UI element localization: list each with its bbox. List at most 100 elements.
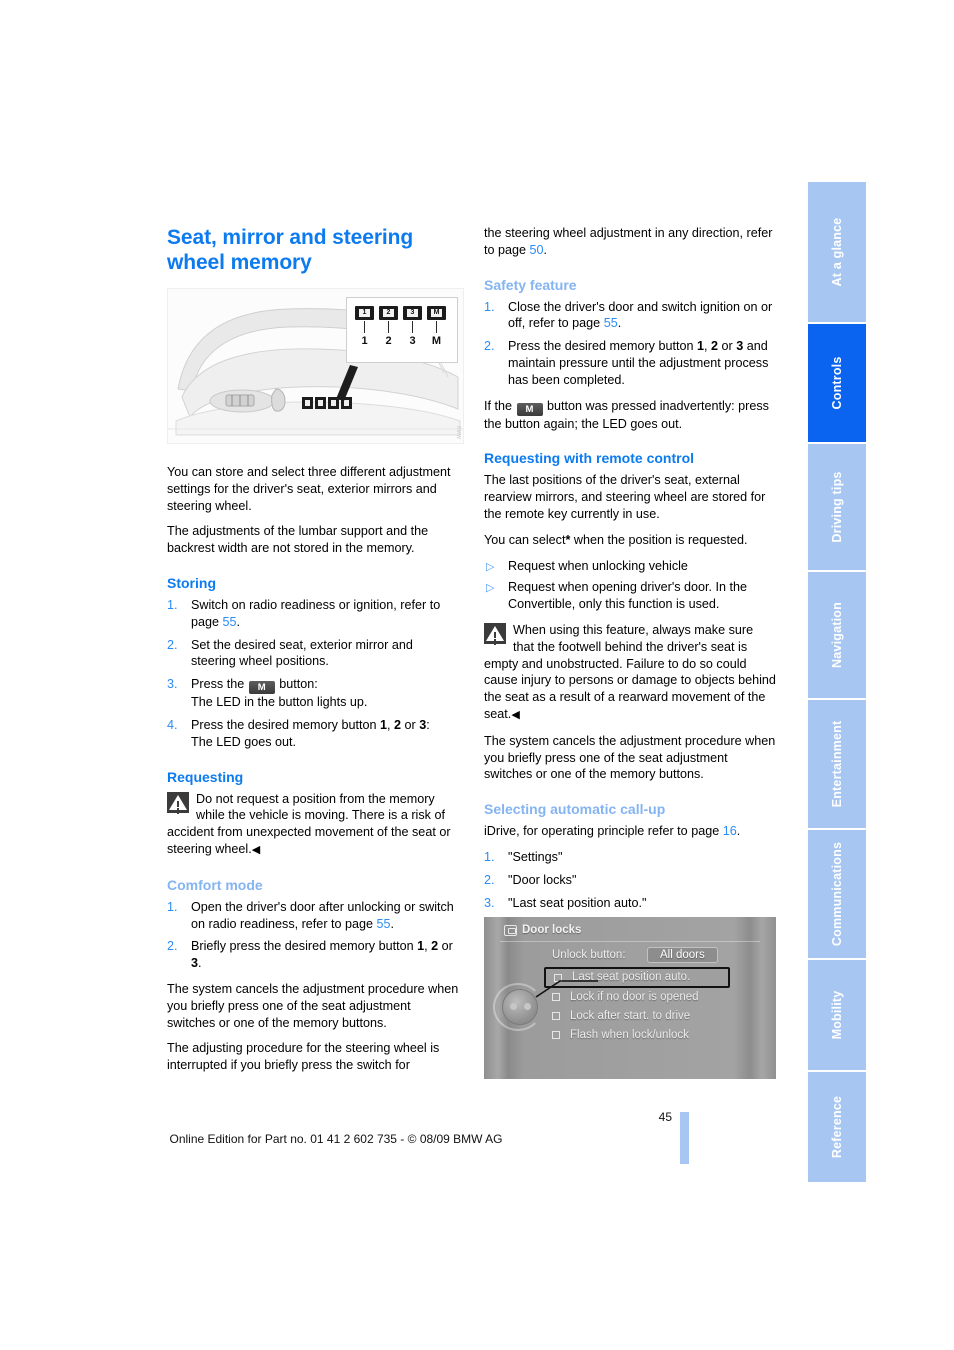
tab-navigation[interactable]: Navigation bbox=[808, 572, 866, 698]
sep: or bbox=[401, 717, 420, 732]
warning-block-requesting: Do not request a position from the memor… bbox=[167, 791, 459, 859]
page-ref[interactable]: 55 bbox=[223, 615, 237, 629]
safety-feature-step-list: 1. Close the driver's door and switch ig… bbox=[484, 299, 776, 389]
step-text: "Settings" bbox=[508, 849, 563, 864]
tab-label: At a glance bbox=[830, 217, 844, 287]
sep: or bbox=[438, 939, 453, 954]
idrive-divider bbox=[500, 941, 760, 942]
section-tab-rail: At a glance Controls Driving tips Naviga… bbox=[808, 182, 866, 1182]
page-ref[interactable]: 55 bbox=[377, 917, 391, 931]
step-number: 2. bbox=[167, 939, 178, 954]
option-label: Lock after start. to drive bbox=[570, 1010, 691, 1022]
continued-paragraph: the steering wheel adjustment in any dir… bbox=[484, 225, 776, 259]
sep: , bbox=[704, 339, 712, 354]
manual-page: At a glance Controls Driving tips Naviga… bbox=[0, 0, 954, 1350]
step-text: Open the driver's door after unlocking o… bbox=[191, 899, 454, 931]
button-ref-1: 1 bbox=[697, 339, 705, 354]
list-item: 1. "Settings" bbox=[484, 849, 776, 866]
list-item: 2. Set the desired seat, exterior mirror… bbox=[167, 637, 459, 671]
idrive-option-lock-after-start[interactable]: Lock after start. to drive bbox=[548, 1007, 728, 1026]
comfort-mode-step-list: 1. Open the driver's door after unlockin… bbox=[167, 899, 459, 972]
page-title: Seat, mirror and steering wheel memory bbox=[167, 226, 414, 274]
idrive-door-locks-screenshot: Door locks Unlock button: All doors Last… bbox=[484, 917, 776, 1079]
page-ref[interactable]: 50 bbox=[530, 243, 544, 257]
idrive-intro-text-end: . bbox=[736, 824, 741, 839]
warning-triangle-icon bbox=[484, 622, 506, 644]
list-item: 2. Briefly press the desired memory butt… bbox=[167, 938, 459, 972]
page-number: 45 bbox=[658, 1110, 672, 1124]
tab-controls[interactable]: Controls bbox=[808, 324, 866, 442]
continued-text: the steering wheel adjustment in any dir… bbox=[484, 226, 773, 257]
warning-triangle-icon bbox=[167, 791, 189, 813]
intro-paragraph-1: You can store and select three different… bbox=[167, 465, 451, 513]
step-text: Press the desired memory button bbox=[508, 339, 697, 354]
left-text-column: Seat, mirror and steering wheel memory Y… bbox=[167, 225, 459, 1083]
step-text-end: button: bbox=[275, 677, 318, 692]
tab-label: Mobility bbox=[830, 990, 844, 1040]
idrive-controller-knob[interactable] bbox=[502, 989, 538, 1025]
page-ref[interactable]: 55 bbox=[604, 316, 618, 330]
heading-requesting: Requesting bbox=[167, 768, 244, 785]
step-text: Briefly press the desired memory button bbox=[191, 939, 418, 954]
tab-label: Communications bbox=[830, 841, 844, 947]
step-text-second-line: The LED in the button lights up. bbox=[191, 695, 368, 710]
heading-safety-feature: Safety feature bbox=[484, 276, 577, 293]
unlock-button-value[interactable]: All doors bbox=[647, 947, 718, 963]
storing-step-list: 1. Switch on radio readiness or ignition… bbox=[167, 597, 459, 751]
tab-driving-tips[interactable]: Driving tips bbox=[808, 444, 866, 570]
footer-edition-text: Online Edition for Part no. 01 41 2 602 … bbox=[169, 1132, 503, 1146]
idrive-intro-text: iDrive, for operating principle refer to… bbox=[484, 824, 723, 839]
remote-paragraph-1: The last positions of the driver's seat,… bbox=[484, 473, 766, 521]
tab-label: Driving tips bbox=[830, 471, 844, 543]
warning-end-marker: ◀ bbox=[511, 708, 520, 721]
page-ref[interactable]: 16 bbox=[723, 824, 737, 838]
step-number: 2. bbox=[484, 339, 495, 354]
step-text: "Door locks" bbox=[508, 872, 577, 887]
tab-mobility[interactable]: Mobility bbox=[808, 960, 866, 1070]
idrive-option-flash-when-lock-unlock[interactable]: Flash when lock/unlock bbox=[548, 1026, 728, 1045]
list-item: ▷ Request when unlocking vehicle bbox=[484, 558, 776, 575]
step-text: Set the desired seat, exterior mirror an… bbox=[191, 637, 413, 669]
intro-paragraph-2: The adjustments of the lumbar support an… bbox=[167, 524, 429, 556]
tab-communications[interactable]: Communications bbox=[808, 830, 866, 958]
warning-block-remote: When using this feature, always make sur… bbox=[484, 622, 776, 724]
step-text-second-line: The LED goes out. bbox=[191, 734, 297, 749]
sep: or bbox=[718, 339, 737, 354]
comfort-mode-paragraph-1: The system cancels the adjustment proced… bbox=[167, 981, 459, 1030]
step-text-end: : bbox=[426, 717, 430, 732]
button-ref-2: 2 bbox=[394, 717, 402, 732]
idrive-menu-title: Door locks bbox=[522, 924, 582, 936]
tab-at-a-glance[interactable]: At a glance bbox=[808, 182, 866, 322]
warning-end-marker: ◀ bbox=[251, 843, 260, 856]
list-item: ▷ Request when opening driver's door. In… bbox=[484, 579, 776, 613]
remote-select-text: You can select bbox=[484, 532, 566, 547]
safety-feature-note: If the M button was pressed inadvertentl… bbox=[484, 398, 776, 433]
list-item: 4. Press the desired memory button 1, 2 … bbox=[167, 717, 459, 751]
figure-spacer bbox=[167, 289, 459, 464]
step-number: 4. bbox=[167, 717, 178, 732]
callout-leader-line bbox=[535, 980, 598, 998]
footer-accent-bar bbox=[680, 1112, 689, 1164]
unlock-button-label: Unlock button: bbox=[552, 949, 626, 961]
tab-reference[interactable]: Reference bbox=[808, 1072, 866, 1182]
automatic-callup-step-list: 1. "Settings" 2. "Door locks" 3. "Last s… bbox=[484, 849, 776, 911]
list-item: 2. Press the desired memory button 1, 2 … bbox=[484, 338, 776, 388]
bullet-text: Request when unlocking vehicle bbox=[508, 558, 688, 573]
step-number: 3. bbox=[484, 895, 495, 910]
heading-automatic-callup: Selecting automatic call-up bbox=[484, 801, 666, 818]
list-item: 2. "Door locks" bbox=[484, 872, 776, 889]
memory-m-button-icon: M bbox=[248, 681, 275, 695]
step-number: 2. bbox=[484, 872, 495, 887]
tab-entertainment[interactable]: Entertainment bbox=[808, 700, 866, 828]
step-number: 2. bbox=[167, 637, 178, 652]
sep: , bbox=[387, 717, 395, 732]
step-number: 1. bbox=[484, 299, 495, 314]
remote-paragraph-3: The system cancels the adjustment proced… bbox=[484, 733, 776, 782]
bullet-text: Request when opening driver's door. In t… bbox=[508, 580, 748, 612]
step-text-end: . bbox=[236, 614, 241, 629]
button-ref-3: 3 bbox=[191, 956, 199, 971]
step-text: Press the bbox=[191, 677, 248, 692]
note-text: If the bbox=[484, 398, 516, 413]
tab-label: Reference bbox=[830, 1095, 844, 1159]
option-label: Flash when lock/unlock bbox=[570, 1029, 689, 1041]
